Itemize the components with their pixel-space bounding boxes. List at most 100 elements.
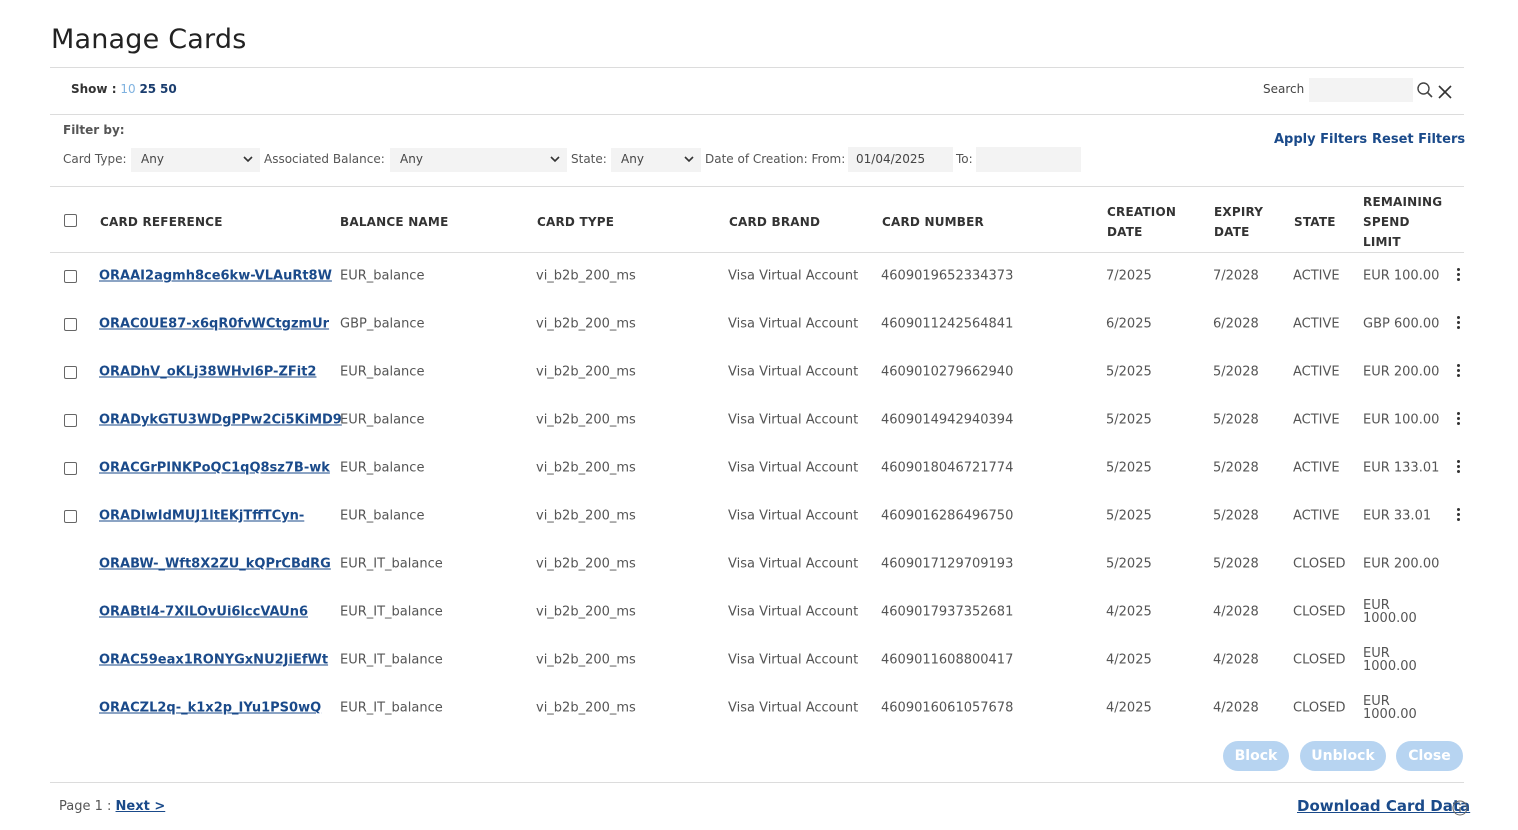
card-brand: Visa Virtual Account: [728, 700, 859, 716]
header-expiry-line2: DATE: [1214, 225, 1250, 239]
header-creation-line2: DATE: [1107, 225, 1143, 239]
kebab-menu-icon[interactable]: [1453, 362, 1463, 382]
reset-filters-link[interactable]: Reset Filters: [1372, 132, 1465, 147]
header-expiry-line1: EXPIRY: [1214, 205, 1264, 219]
card-reference-link[interactable]: ORAAI2agmh8ce6kw-VLAuRt8W: [99, 269, 332, 284]
card-number: 4609017937352681: [881, 604, 1014, 620]
row-checkbox[interactable]: [64, 270, 77, 283]
card-brand: Visa Virtual Account: [728, 268, 859, 284]
state-select[interactable]: Any: [611, 148, 701, 172]
creation-date: 7/2025: [1106, 268, 1152, 284]
divider: [50, 114, 1464, 115]
header-expiry-date[interactable]: EXPIRY DATE: [1214, 202, 1263, 242]
expiry-date: 4/2028: [1213, 652, 1259, 668]
row-checkbox[interactable]: [64, 414, 77, 427]
expiry-date: 7/2028: [1213, 268, 1259, 284]
state: CLOSED: [1293, 604, 1346, 620]
unblock-button[interactable]: Unblock: [1300, 741, 1386, 771]
card-type: vi_b2b_200_ms: [536, 556, 636, 572]
card-type: vi_b2b_200_ms: [536, 604, 636, 620]
kebab-menu-icon[interactable]: [1453, 410, 1463, 430]
date-from-input[interactable]: 01/04/2025: [848, 147, 953, 172]
header-remaining-line2: SPEND: [1363, 215, 1410, 229]
card-brand: Visa Virtual Account: [728, 604, 859, 620]
card-reference-link[interactable]: ORABtl4-7XILOvUi6lccVAUn6: [99, 605, 308, 620]
state: CLOSED: [1293, 700, 1346, 716]
balance-name: EUR_balance: [340, 412, 425, 428]
state: CLOSED: [1293, 556, 1346, 572]
card-number: 4609016286496750: [881, 508, 1014, 524]
remaining-spend-limit: EUR 1000.00: [1363, 598, 1417, 626]
close-button[interactable]: Close: [1396, 741, 1463, 771]
card-type: vi_b2b_200_ms: [536, 700, 636, 716]
row-checkbox[interactable]: [64, 510, 77, 523]
page-label: Page 1 :: [59, 799, 112, 814]
header-balance-name[interactable]: BALANCE NAME: [340, 212, 448, 232]
card-type: vi_b2b_200_ms: [536, 268, 636, 284]
balance-name: EUR_IT_balance: [340, 652, 443, 668]
state-label: State:: [571, 152, 607, 166]
search-icon[interactable]: [1416, 81, 1434, 99]
kebab-menu-icon[interactable]: [1453, 506, 1463, 526]
creation-date: 5/2025: [1106, 412, 1152, 428]
creation-date: 4/2025: [1106, 604, 1152, 620]
card-reference-link[interactable]: ORADhV_oKLj38WHvl6P-ZFit2: [99, 365, 316, 380]
table-row: ORADykGTU3WDgPPw2Ci5KiMD9 EUR_balance vi…: [50, 396, 1464, 444]
card-reference-link[interactable]: ORACZL2q-_k1x2p_IYu1PS0wQ: [99, 701, 321, 716]
creation-date: 6/2025: [1106, 316, 1152, 332]
card-reference-link[interactable]: ORACGrPINKPoQC1qQ8sz7B-wk: [99, 461, 330, 476]
card-reference-link[interactable]: ORAC59eax1RONYGxNU2JiEfWt: [99, 653, 328, 668]
header-card-reference[interactable]: CARD REFERENCE: [100, 212, 223, 232]
card-reference-link[interactable]: ORADIwIdMUJ1ltEKjTffTCyn-: [99, 509, 304, 524]
next-page-link[interactable]: Next >: [116, 799, 166, 814]
creation-date: 4/2025: [1106, 700, 1152, 716]
state-value: Any: [621, 152, 644, 166]
card-reference-link[interactable]: ORABW-_Wft8X2ZU_kQPrCBdRG: [99, 557, 331, 572]
header-card-number[interactable]: CARD NUMBER: [882, 212, 984, 232]
page-size-50[interactable]: 50: [160, 82, 177, 96]
expiry-date: 5/2028: [1213, 556, 1259, 572]
date-to-input[interactable]: [976, 147, 1081, 172]
kebab-menu-icon[interactable]: [1453, 266, 1463, 286]
expiry-date: 5/2028: [1213, 508, 1259, 524]
card-reference-link[interactable]: ORADykGTU3WDgPPw2Ci5KiMD9: [99, 413, 342, 428]
select-all-checkbox[interactable]: [64, 214, 77, 227]
apply-filters-link[interactable]: Apply Filters: [1274, 132, 1367, 147]
card-reference-link[interactable]: ORAC0UE87-x6qR0fvWCtgzmUr: [99, 317, 329, 332]
balance-name: EUR_balance: [340, 460, 425, 476]
row-checkbox[interactable]: [64, 366, 77, 379]
state: ACTIVE: [1293, 508, 1340, 524]
remaining-spend-limit: EUR 100.00: [1363, 268, 1440, 284]
kebab-menu-icon[interactable]: [1453, 314, 1463, 334]
balance-name: EUR_IT_balance: [340, 700, 443, 716]
table-row: ORABtl4-7XILOvUi6lccVAUn6 EUR_IT_balance…: [50, 588, 1464, 636]
row-checkbox[interactable]: [64, 462, 77, 475]
search-input[interactable]: [1309, 78, 1413, 102]
row-checkbox[interactable]: [64, 318, 77, 331]
card-type: vi_b2b_200_ms: [536, 316, 636, 332]
block-button[interactable]: Block: [1223, 741, 1289, 771]
header-remaining-spend-limit[interactable]: REMAINING SPEND LIMIT: [1363, 192, 1442, 252]
card-type: vi_b2b_200_ms: [536, 460, 636, 476]
search-label: Search: [1263, 82, 1305, 96]
header-card-type[interactable]: CARD TYPE: [537, 212, 614, 232]
date-to-label: To:: [956, 152, 973, 166]
table-row: ORACGrPINKPoQC1qQ8sz7B-wk EUR_balance vi…: [50, 444, 1464, 492]
page-size-25[interactable]: 25: [139, 82, 156, 96]
header-state[interactable]: STATE: [1294, 212, 1336, 232]
associated-balance-select[interactable]: Any: [390, 148, 567, 172]
kebab-menu-icon[interactable]: [1453, 458, 1463, 478]
header-remaining-line3: LIMIT: [1363, 235, 1401, 249]
page-size-10[interactable]: 10: [120, 82, 135, 96]
close-icon[interactable]: [1437, 84, 1453, 100]
card-number: 4609010279662940: [881, 364, 1014, 380]
creation-date: 5/2025: [1106, 364, 1152, 380]
download-card-data-link[interactable]: Download Card Data: [1297, 797, 1470, 815]
card-type-select[interactable]: Any: [131, 148, 260, 172]
remaining-spend-limit: EUR 1000.00: [1363, 694, 1417, 722]
date-from-label: Date of Creation: From:: [705, 152, 846, 166]
card-type-value: Any: [141, 152, 164, 166]
header-creation-date[interactable]: CREATION DATE: [1107, 202, 1176, 242]
info-icon[interactable]: [1452, 800, 1468, 816]
header-card-brand[interactable]: CARD BRAND: [729, 212, 820, 232]
